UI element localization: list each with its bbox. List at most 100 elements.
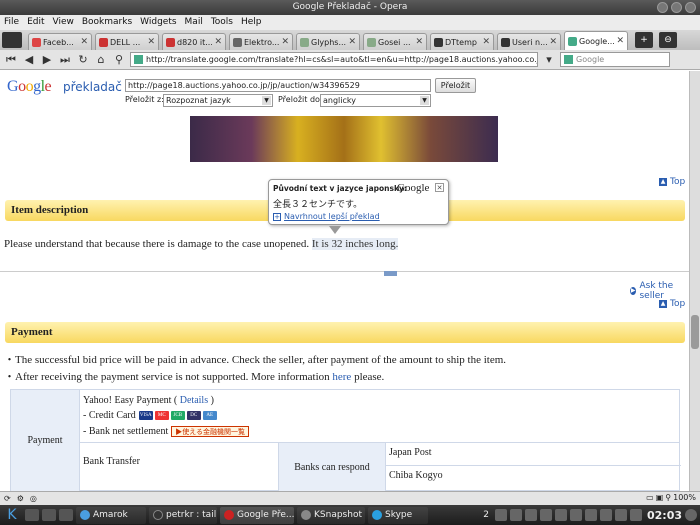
menu-bookmarks[interactable]: Bookmarks [82, 15, 132, 30]
panel-toggle-button[interactable] [2, 32, 22, 48]
tab-d820[interactable]: d820 it... ✕ [162, 33, 226, 50]
yahoo-easy-payment: Yahoo! Easy Payment ( Details ) [83, 395, 214, 406]
translate-product-label: překladač [63, 80, 122, 94]
menu-tools[interactable]: Tools [211, 15, 233, 30]
rewind-icon[interactable]: ⏮ [4, 53, 18, 67]
google-logo[interactable]: Google [7, 78, 52, 96]
tray-icon[interactable] [569, 509, 582, 521]
settings-icon[interactable]: ◎ [30, 494, 37, 503]
amarok-icon [80, 510, 90, 520]
tab-glyphs[interactable]: Glyphs... ✕ [296, 33, 360, 50]
trash-button[interactable]: ⊖ [659, 32, 677, 48]
address-value: http://translate.google.com/translate?hl… [146, 54, 538, 64]
view-icon: ▭ [646, 493, 654, 502]
chevron-down-icon: ▼ [420, 96, 429, 105]
kde-menu-icon[interactable]: K [2, 506, 22, 524]
task-amarok[interactable]: Amarok [76, 506, 146, 524]
translated-highlight[interactable]: It is 32 inches long. [311, 238, 399, 250]
menu-view[interactable]: View [53, 15, 74, 30]
back-arrow-icon[interactable]: ◀ [22, 53, 36, 67]
clock[interactable]: 02:03 [647, 509, 682, 522]
top-link[interactable]: ▲ Top [659, 177, 685, 187]
close-tab-icon[interactable]: ✕ [281, 37, 289, 47]
close-tab-icon[interactable]: ✕ [549, 37, 557, 47]
translate-bar: Google překladač http://page18.auctions.… [0, 71, 689, 111]
forward-arrow-icon[interactable]: ▶ [40, 53, 54, 67]
page-content: Google překladač http://page18.auctions.… [0, 71, 689, 491]
to-language-select[interactable]: anglicky ▼ [320, 94, 431, 107]
top-link[interactable]: ▲ Top [659, 299, 685, 309]
address-input[interactable]: http://translate.google.com/translate?hl… [130, 52, 538, 67]
ask-seller-link[interactable]: ▶ Ask the seller [630, 281, 689, 301]
menu-mail[interactable]: Mail [185, 15, 203, 30]
reload-icon[interactable]: ↻ [76, 53, 90, 67]
tab-dttemp[interactable]: DTtemp ✕ [430, 33, 494, 50]
tab-facebook[interactable]: Faceb... ✕ [28, 33, 92, 50]
menu-edit[interactable]: Edit [27, 15, 44, 30]
close-tab-icon[interactable]: ✕ [147, 37, 155, 47]
task-terminal[interactable]: petrkr : tail [149, 506, 217, 524]
address-dropdown-icon[interactable]: ▾ [542, 53, 556, 67]
chevron-down-icon: ▼ [262, 96, 271, 105]
tray-icon[interactable] [614, 509, 627, 521]
close-tab-icon[interactable]: ✕ [415, 37, 423, 47]
menu-help[interactable]: Help [241, 15, 262, 30]
translate-url-input[interactable]: http://page18.auctions.yahoo.co.jp/jp/au… [125, 79, 431, 92]
tray-icon[interactable] [599, 509, 612, 521]
tab-dell[interactable]: DELL ... ✕ [95, 33, 159, 50]
tray-icon[interactable] [494, 509, 507, 521]
tab-favicon-icon [501, 37, 510, 47]
tray-icon[interactable] [554, 509, 567, 521]
bank-list-button[interactable]: ▶使える金融機関一覧 [171, 426, 250, 438]
task-ksnapshot[interactable]: KSnapshot [297, 506, 365, 524]
network-icon[interactable]: ⚙ [17, 494, 24, 503]
home-icon[interactable]: ⌂ [94, 53, 108, 67]
search-input[interactable]: Google [560, 52, 670, 67]
menu-file[interactable]: File [4, 15, 19, 30]
task-opera[interactable]: Google Pře... [220, 506, 294, 524]
tab-favicon-icon [434, 37, 443, 47]
quicklaunch-icon[interactable] [25, 509, 39, 521]
scrollbar-thumb[interactable] [691, 315, 699, 349]
tab-useri[interactable]: Useri n... ✕ [497, 33, 561, 50]
zoom-control[interactable]: ▭ ▣ ⚲ 100% [646, 493, 696, 502]
virtual-desktop[interactable]: 2 [483, 510, 489, 520]
close-tab-icon[interactable]: ✕ [214, 37, 222, 47]
bank-chiba-kogyo: Chiba Kogyo [389, 470, 443, 481]
suggest-translation-link[interactable]: + Navrhnout lepší překlad [273, 212, 380, 221]
tray-icon[interactable] [584, 509, 597, 521]
wand-icon[interactable]: ⚲ [112, 53, 126, 67]
tab-gosei[interactable]: Gosei ... ✕ [363, 33, 427, 50]
quicklaunch-icon[interactable] [59, 509, 73, 521]
translate-button[interactable]: Přeložit [435, 78, 476, 93]
to-language-label: Přeložit do: [278, 95, 323, 104]
menu-widgets[interactable]: Widgets [140, 15, 176, 30]
quicklaunch-icon[interactable] [42, 509, 56, 521]
from-language-select[interactable]: Rozpoznat jazyk ▼ [163, 94, 273, 107]
page-scrollbar[interactable] [689, 71, 700, 491]
close-icon[interactable]: ✕ [435, 183, 444, 192]
sync-icon[interactable]: ⟳ [4, 494, 11, 503]
zoom-value: 100% [673, 493, 696, 502]
close-tab-icon[interactable]: ✕ [348, 37, 356, 47]
details-link[interactable]: Details [180, 395, 208, 406]
minimize-button[interactable] [657, 2, 668, 13]
close-tab-icon[interactable]: ✕ [616, 36, 624, 46]
tab-elektro[interactable]: Elektro... ✕ [229, 33, 293, 50]
close-window-button[interactable] [685, 2, 696, 13]
here-link[interactable]: here [332, 371, 351, 383]
fast-forward-icon[interactable]: ⏭ [58, 53, 72, 67]
task-skype[interactable]: Skype [368, 506, 428, 524]
tray-icon[interactable] [509, 509, 522, 521]
new-tab-button[interactable]: + [635, 32, 653, 48]
payment-line-2: ・After receiving the payment service is … [4, 371, 385, 383]
logout-icon[interactable] [685, 509, 697, 521]
terminal-icon [153, 510, 163, 520]
tray-icon[interactable] [539, 509, 552, 521]
tray-icon[interactable] [524, 509, 537, 521]
tab-google-translate[interactable]: Google... ✕ [564, 31, 628, 50]
maximize-button[interactable] [671, 2, 682, 13]
close-tab-icon[interactable]: ✕ [482, 37, 490, 47]
close-tab-icon[interactable]: ✕ [80, 37, 88, 47]
tray-icon[interactable] [629, 509, 642, 521]
